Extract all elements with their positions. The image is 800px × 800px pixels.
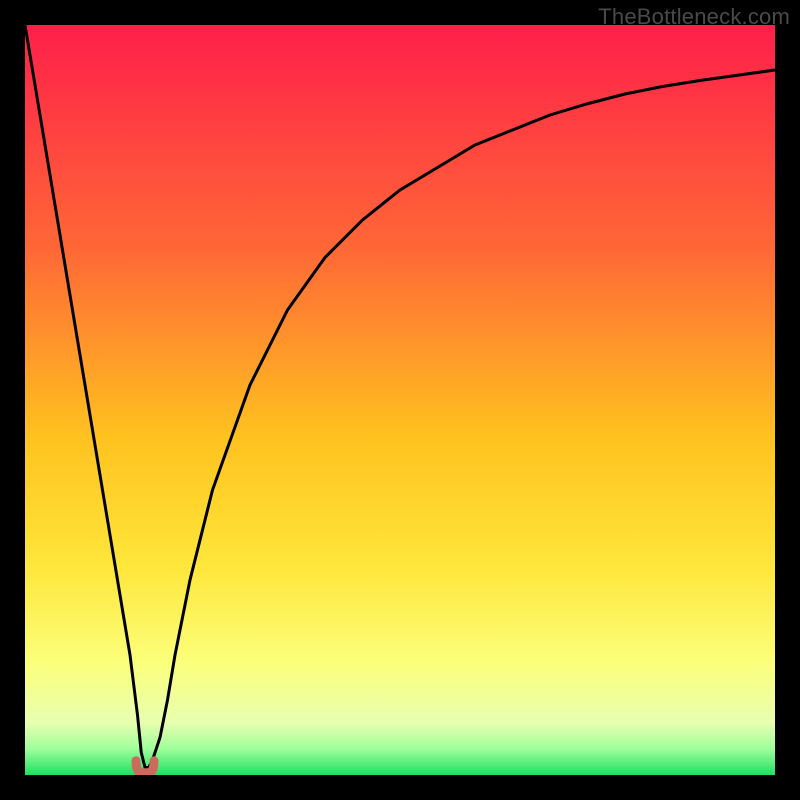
attribution-text: TheBottleneck.com (598, 4, 790, 30)
stage: TheBottleneck.com (0, 0, 800, 800)
gradient-background (25, 25, 775, 775)
chart-plot-area (25, 25, 775, 775)
